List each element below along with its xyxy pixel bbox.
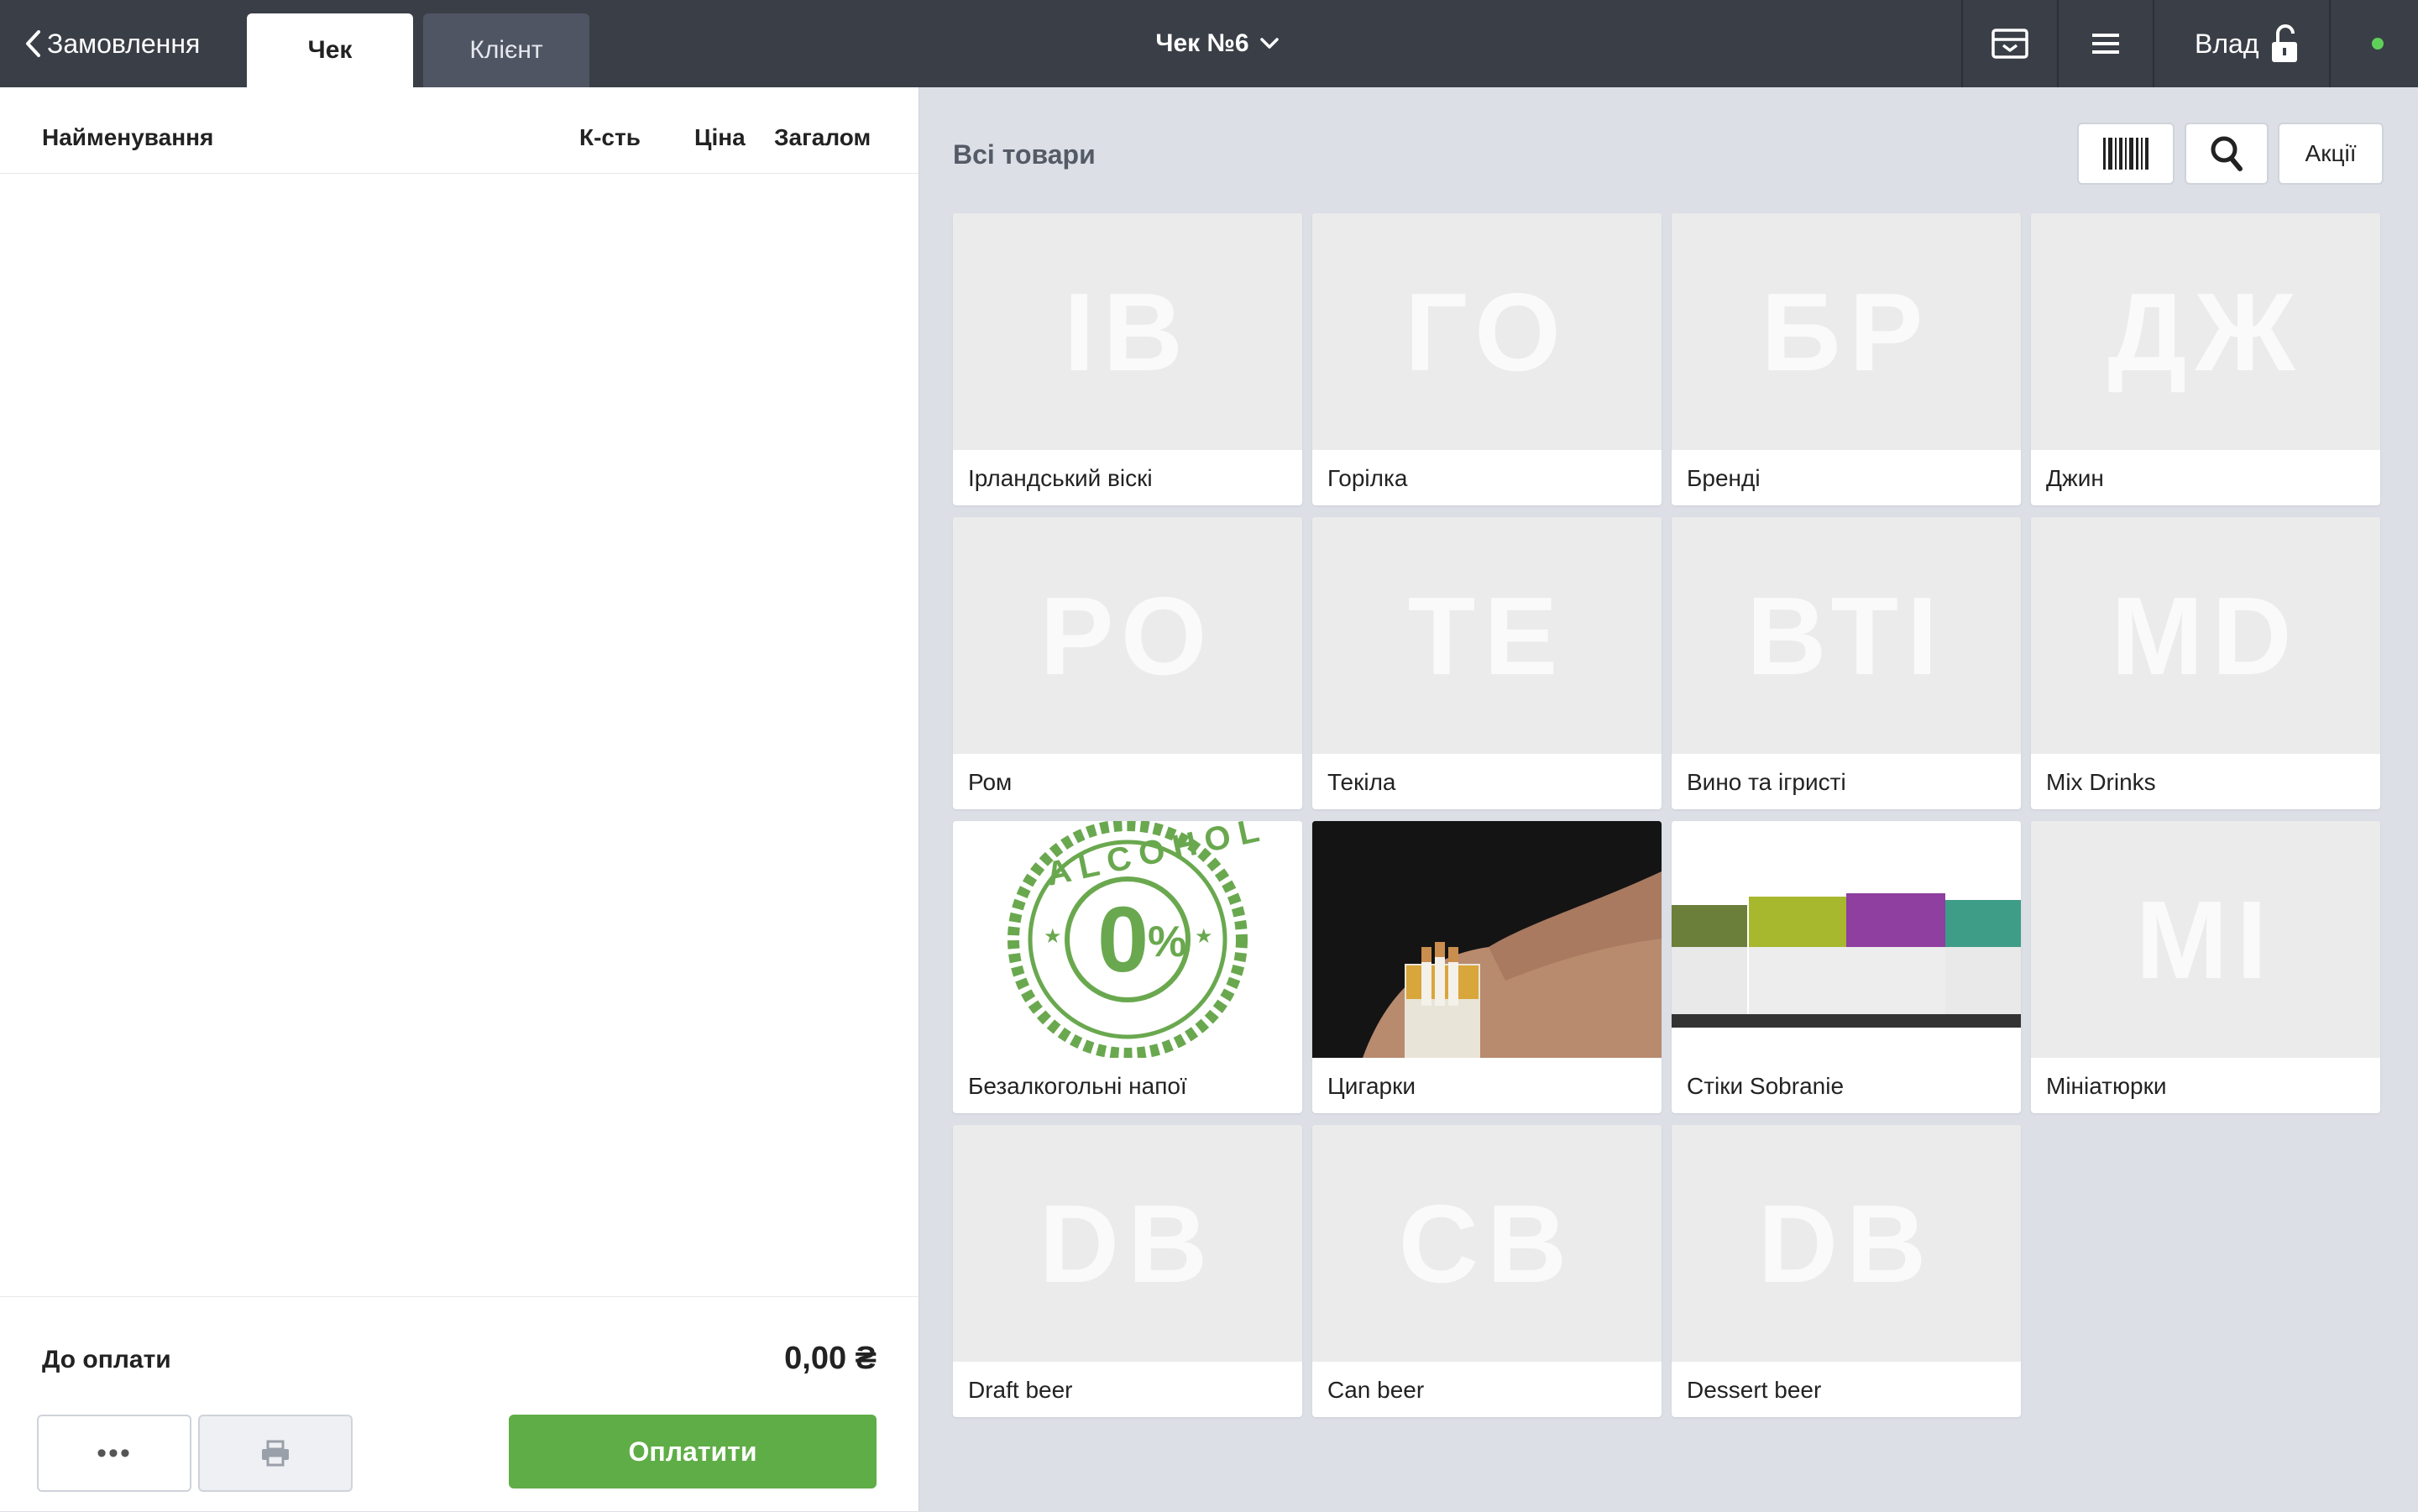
category-placeholder: DB — [953, 1125, 1302, 1362]
category-tile[interactable]: РО Ром — [953, 517, 1302, 809]
category-tile[interactable]: ГО Горілка — [1312, 213, 1662, 505]
receipt-panel: Найменування К-сть Ціна Загалом До оплат… — [0, 87, 919, 1511]
divider — [2329, 0, 2331, 87]
top-bar: Замовлення Чек Клієнт Чек №6 Влад — [0, 0, 2418, 87]
category-placeholder: ІВ — [953, 213, 1302, 450]
svg-text:★: ★ — [1044, 925, 1070, 948]
menu-button[interactable] — [2059, 0, 2153, 87]
category-tile[interactable]: MD Mix Drinks — [2031, 517, 2380, 809]
category-placeholder: DB — [1672, 1125, 2021, 1362]
barcode-button[interactable] — [2077, 123, 2175, 185]
svg-text:%: % — [1148, 918, 1195, 966]
category-name: Dessert beer — [1687, 1377, 1822, 1403]
due-amount: 0,00 ₴ — [784, 1341, 877, 1376]
receipt-footer: До оплати 0,00 ₴ ••• Оплатити — [0, 1296, 919, 1512]
category-name: Мініатюрки — [2046, 1073, 2167, 1099]
column-name: Найменування — [42, 124, 214, 150]
category-placeholder: MD — [2031, 517, 2380, 754]
search-icon — [2211, 136, 2243, 171]
sobranie-image — [1672, 821, 2021, 1058]
category-tile[interactable]: MI Мініатюрки — [2031, 821, 2380, 1113]
category-tile[interactable]: CB Can beer — [1312, 1125, 1662, 1417]
receipt-selector[interactable]: Чек №6 — [1091, 0, 1343, 87]
column-total: Загалом — [774, 124, 871, 150]
alcohol-0-percent-icon: 0 % ALCOHOL ★ ★ — [1008, 821, 1270, 1058]
svg-text:★: ★ — [1195, 925, 1222, 948]
promotions-button[interactable]: Акції — [2278, 123, 2384, 185]
printer-icon — [262, 1440, 289, 1467]
receipt-table-header: Найменування К-сть Ціна Загалом — [0, 87, 919, 174]
category-tile[interactable]: ВТІ Вино та ігристі — [1672, 517, 2021, 809]
category-tile[interactable]: БР Бренді — [1672, 213, 2021, 505]
category-placeholder: ВТІ — [1672, 517, 2021, 754]
column-price: Ціна — [694, 124, 746, 150]
archive-button[interactable] — [1963, 0, 2057, 87]
search-button[interactable] — [2185, 123, 2269, 185]
category-placeholder: ТЕ — [1312, 517, 1662, 754]
category-tile[interactable]: DB Dessert beer — [1672, 1125, 2021, 1417]
category-tile[interactable]: ДЖ Джин — [2031, 213, 2380, 505]
print-button[interactable] — [198, 1415, 353, 1492]
category-name: Draft beer — [968, 1377, 1073, 1403]
category-tile[interactable]: DB Draft beer — [953, 1125, 1302, 1417]
more-options-button[interactable]: ••• — [37, 1415, 191, 1492]
receipt-title: Чек №6 — [1155, 29, 1249, 57]
category-name: Безалкогольні напої — [968, 1073, 1187, 1099]
category-name: Стіки Sobranie — [1687, 1073, 1845, 1099]
barcode-icon — [2103, 138, 2148, 170]
due-label: До оплати — [42, 1346, 171, 1373]
category-name: Бренді — [1687, 465, 1761, 491]
category-tile[interactable]: ТЕ Текіла — [1312, 517, 1662, 809]
cigarettes-photo-icon — [1312, 821, 1662, 1058]
category-tile[interactable]: 0 % ALCOHOL ★ ★ Безалкогольні напої — [953, 821, 1302, 1113]
catalog-title[interactable]: Всі товари — [953, 139, 1096, 170]
unlock-icon — [2272, 24, 2298, 62]
user-name: Влад — [2195, 28, 2259, 59]
archive-box-icon — [1991, 29, 2028, 59]
category-placeholder: ГО — [1312, 213, 1662, 450]
category-tile[interactable]: Цигарки — [1312, 821, 1662, 1113]
category-placeholder: ДЖ — [2031, 213, 2380, 450]
back-label: Замовлення — [47, 28, 201, 59]
cigarettes-image — [1312, 821, 1662, 1058]
column-qty: К-сть — [579, 124, 641, 150]
category-placeholder: РО — [953, 517, 1302, 754]
alcohol-free-badge-image: 0 % ALCOHOL ★ ★ — [953, 821, 1302, 1058]
category-name: Джин — [2046, 465, 2104, 491]
back-button[interactable]: Замовлення — [24, 0, 200, 87]
category-name: Mix Drinks — [2046, 769, 2156, 795]
divider — [2153, 0, 2154, 87]
category-name: Горілка — [1327, 465, 1408, 491]
category-name: Текіла — [1327, 769, 1396, 795]
category-placeholder: MI — [2031, 821, 2380, 1058]
category-name: Ром — [968, 769, 1013, 795]
tab-client[interactable]: Клієнт — [423, 13, 589, 87]
category-placeholder: БР — [1672, 213, 2021, 450]
chevron-left-icon — [26, 30, 40, 57]
user-lock-button[interactable]: Влад — [2195, 0, 2299, 87]
catalog-panel: Всі товари Акції ІВ Ірландський віскі ГО… — [919, 87, 2418, 1511]
online-status-dot — [2372, 38, 2384, 50]
category-placeholder: CB — [1312, 1125, 1662, 1362]
category-name: Цигарки — [1327, 1073, 1416, 1099]
category-name: Вино та ігристі — [1687, 769, 1846, 795]
category-name: Ірландський віскі — [968, 465, 1153, 491]
sobranie-packs-icon — [1672, 821, 2021, 1058]
category-name: Can beer — [1327, 1377, 1425, 1403]
chevron-down-icon — [1259, 38, 1279, 49]
category-tile[interactable]: Стіки Sobranie — [1672, 821, 2021, 1113]
hamburger-menu-icon — [2092, 34, 2119, 54]
pay-button[interactable]: Оплатити — [509, 1415, 877, 1488]
tab-check[interactable]: Чек — [247, 13, 413, 87]
category-tile[interactable]: ІВ Ірландський віскі — [953, 213, 1302, 505]
